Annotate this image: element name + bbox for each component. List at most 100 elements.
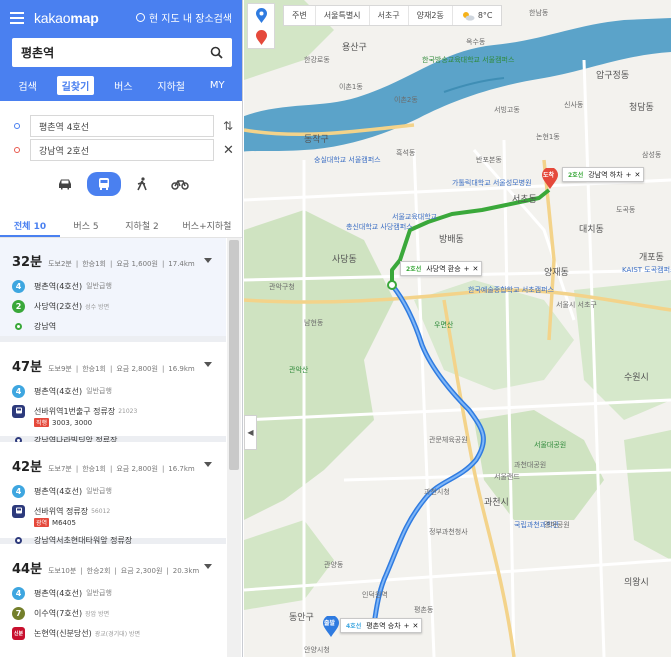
filter-all[interactable]: 전체 10 bbox=[0, 212, 60, 237]
temperature: 8°C bbox=[477, 11, 493, 20]
line-7-icon: 7 bbox=[12, 606, 25, 620]
station-bubble[interactable]: 2호선 강남역 하차 + ✕ bbox=[562, 167, 645, 182]
app-root: kakaomap 현 지도 내 장소검색 검색 길찾기 버스 지하철 MY 평촌… bbox=[0, 0, 671, 657]
route-step: 강남역 bbox=[12, 316, 214, 336]
destination-field[interactable]: 강남역 2호선 bbox=[30, 139, 214, 161]
collapse-sidebar-button[interactable]: ◀ bbox=[244, 415, 257, 450]
walk-time: 도보9분 bbox=[48, 365, 72, 373]
location-pin-icon[interactable] bbox=[255, 8, 268, 24]
transfer-count: 한승2회 bbox=[86, 567, 111, 575]
map-label: 관양동 bbox=[324, 561, 344, 569]
logo[interactable]: kakaomap bbox=[34, 10, 99, 26]
arrive-pin[interactable]: 도착 bbox=[541, 168, 559, 190]
route-step: 신분 논현역(신분당선) 광교(경기대) 방면 bbox=[12, 623, 214, 643]
route-card[interactable]: 42분 도보7분 | 한승1회 | 요금 2,800원 | 16.7km 4 평촌역(4… bbox=[0, 442, 226, 545]
bike-icon[interactable] bbox=[166, 172, 194, 196]
road-view-icon[interactable] bbox=[255, 30, 268, 46]
map-label: 인덕원역 bbox=[362, 591, 388, 599]
menu-icon[interactable] bbox=[10, 11, 24, 24]
route-time: 47분 bbox=[12, 360, 43, 375]
map-label: 도곡동 bbox=[616, 206, 636, 214]
search-icon[interactable] bbox=[210, 46, 223, 59]
map-label: 총신대학교 사당캠퍼스 bbox=[346, 223, 413, 231]
transfer-count: 한승1회 bbox=[82, 465, 106, 473]
station-bubble[interactable]: 4호선 평촌역 승차 + ✕ bbox=[340, 618, 423, 633]
tab-subway[interactable]: 지하철 bbox=[152, 76, 190, 95]
nearby-search-toggle[interactable]: 현 지도 내 장소검색 bbox=[135, 10, 232, 25]
chevron-down-icon[interactable] bbox=[204, 258, 212, 263]
bus-icon bbox=[12, 404, 25, 418]
nearby-button[interactable]: 주변 bbox=[284, 6, 316, 25]
origin-field[interactable]: 평촌역 4호선 bbox=[30, 115, 214, 137]
search-input[interactable] bbox=[21, 45, 210, 60]
map-label: 정부과천청사 bbox=[429, 528, 468, 536]
map-canvas[interactable]: 용산구 한강로동 한국방송교육대학교 서울캠퍼스 옥수동 이촌1동 한남동 이촌… bbox=[244, 0, 671, 657]
route-card[interactable]: 32분 도보2분 | 한승1회 | 요금 1,600원 | 17.4km 4 평촌역(4… bbox=[0, 238, 226, 342]
train-type: 일반급행 bbox=[86, 487, 112, 495]
chevron-down-icon[interactable] bbox=[204, 462, 212, 467]
breadcrumb-district[interactable]: 서초구 bbox=[370, 6, 409, 25]
tab-my[interactable]: MY bbox=[205, 78, 230, 93]
map-label: 신사동 bbox=[564, 101, 584, 109]
close-icon[interactable]: ✕ bbox=[413, 622, 419, 630]
direction: 광교(경기대) 방면 bbox=[94, 630, 140, 638]
tab-search[interactable]: 검색 bbox=[13, 76, 41, 95]
station-name: 평촌역(4호선) bbox=[34, 588, 83, 598]
station-name: 이수역(7호선) bbox=[34, 608, 83, 618]
route-steps: 4 평촌역(4호선) 일반급행 선바위역 정류장 56012 광역 M6405 강남역서… bbox=[12, 481, 214, 550]
map-label: 서울교육대학교 bbox=[392, 213, 438, 221]
add-icon[interactable]: + bbox=[404, 622, 410, 630]
map-label: 서빙고동 bbox=[494, 106, 520, 114]
tab-bus[interactable]: 버스 bbox=[109, 76, 137, 95]
map-label: 서울대공원 bbox=[534, 441, 567, 449]
route-summary: 47분 도보9분 | 한승1회 | 요금 2,800원 | 16.9km bbox=[12, 356, 214, 375]
breadcrumb-dong[interactable]: 양재2동 bbox=[409, 6, 453, 25]
depart-pin[interactable]: 출발 bbox=[322, 616, 340, 638]
train-type: 일반급행 bbox=[86, 589, 112, 597]
chevron-down-icon[interactable] bbox=[204, 564, 212, 569]
route-step: 4 평촌역(4호선) 일반급행 bbox=[12, 481, 214, 501]
filter-bus[interactable]: 버스 5 bbox=[60, 212, 112, 237]
tab-directions[interactable]: 길찾기 bbox=[56, 75, 95, 95]
train-type: 일반급행 bbox=[86, 387, 112, 395]
line-4-icon: 4 bbox=[12, 484, 25, 498]
breadcrumb-city[interactable]: 서울특별시 bbox=[316, 6, 370, 25]
map-label: 우면산 bbox=[434, 321, 454, 329]
stop-id: 21023 bbox=[118, 407, 138, 415]
logo-map: map bbox=[70, 9, 99, 26]
map-label: 관문체육공원 bbox=[429, 436, 468, 444]
clear-icon[interactable]: ✕ bbox=[223, 143, 234, 158]
map-label: 과천대공원 bbox=[514, 461, 547, 469]
swap-icon[interactable]: ⇅ bbox=[223, 119, 233, 133]
route-step: 4 평촌역(4호선) 일반급행 bbox=[12, 583, 214, 603]
bus-icon[interactable] bbox=[87, 172, 121, 196]
car-icon[interactable] bbox=[51, 172, 79, 196]
walk-icon[interactable] bbox=[128, 172, 156, 196]
station-name: 평촌역(4호선) bbox=[34, 486, 83, 496]
filter-bus-subway[interactable]: 버스+지하철 bbox=[172, 212, 242, 237]
route-step: 4 평촌역(4호선) 일반급행 bbox=[12, 381, 214, 401]
close-icon[interactable]: ✕ bbox=[473, 265, 479, 273]
stop-name: 선바위역1번출구 정류장 bbox=[34, 406, 116, 416]
map-label: 과천시청 bbox=[424, 488, 450, 496]
distance: 16.7km bbox=[168, 465, 195, 473]
route-card[interactable]: 47분 도보9분 | 한승1회 | 요금 2,800원 | 16.9km 4 평촌역(4… bbox=[0, 342, 226, 445]
bubble-text: 평촌역 승차 bbox=[366, 621, 401, 630]
route-steps: 4 평촌역(4호선) 일반급행 7 이수역(7호선) 장암 방면 신분 논현역(신분당선)… bbox=[12, 583, 214, 643]
station-bubble[interactable]: 2호선 사당역 환승 + ✕ bbox=[400, 261, 483, 276]
add-icon[interactable]: + bbox=[464, 265, 470, 273]
map-label: 관악구청 bbox=[269, 283, 295, 291]
radio-icon[interactable] bbox=[135, 13, 145, 22]
map-label: 한국방송교육대학교 서울캠퍼스 bbox=[422, 56, 515, 64]
line-4-icon: 4 bbox=[12, 384, 25, 398]
close-icon[interactable]: ✕ bbox=[635, 171, 641, 179]
transfer-count: 한승1회 bbox=[82, 260, 106, 268]
filter-subway[interactable]: 지하철 2 bbox=[112, 212, 172, 237]
add-icon[interactable]: + bbox=[626, 171, 632, 179]
chevron-down-icon[interactable] bbox=[204, 362, 212, 367]
walk-time: 도보10분 bbox=[48, 567, 77, 575]
scrollbar-thumb[interactable] bbox=[229, 240, 239, 470]
depart-pin-label: 출발 bbox=[324, 620, 336, 627]
route-card[interactable]: 44분 도보10분 | 한승2회 | 요금 2,300원 | 20.3km 4 평촌역(… bbox=[0, 544, 226, 654]
map-label: 한남동 bbox=[529, 9, 549, 17]
